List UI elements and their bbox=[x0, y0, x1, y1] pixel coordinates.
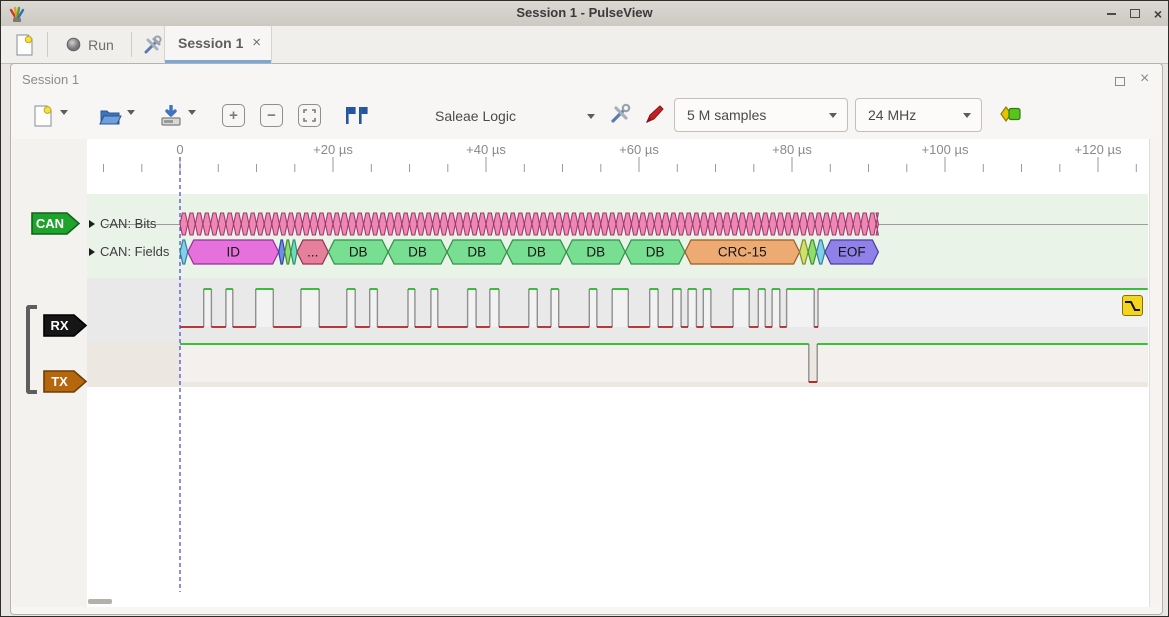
zoom-out-button[interactable]: − bbox=[260, 104, 283, 127]
settings-button[interactable] bbox=[139, 32, 165, 57]
sample-rate-value: 24 MHz bbox=[856, 107, 963, 123]
pulseview-window: Session 1 - PulseView × Run bbox=[0, 0, 1169, 617]
probe-icon bbox=[644, 103, 666, 125]
chevron-down-icon bbox=[829, 113, 837, 118]
svg-text:CAN: CAN bbox=[36, 216, 64, 231]
run-button[interactable]: Run bbox=[57, 31, 123, 58]
session-subwindow: Session 1 × bbox=[10, 63, 1163, 615]
device-select[interactable]: Saleae Logic bbox=[427, 99, 599, 133]
subwindow-title: Session 1 bbox=[22, 72, 79, 87]
svg-text:CRC-15: CRC-15 bbox=[718, 245, 767, 260]
chevron-down-icon bbox=[60, 110, 68, 115]
svg-text:DB: DB bbox=[646, 245, 665, 260]
ruler-label: +80 µs bbox=[772, 142, 812, 157]
wrench-screwdriver-icon bbox=[142, 35, 162, 55]
open-button[interactable] bbox=[96, 102, 124, 129]
expander-icon[interactable] bbox=[89, 220, 95, 228]
ruler-label: +120 µs bbox=[1075, 142, 1122, 157]
trace-view[interactable]: ID... DB DB DB DB DB DB CRC-15 EOF 0 +20 µs +40 µs… bbox=[12, 139, 1161, 607]
channel-tag-rx[interactable]: RX bbox=[43, 313, 88, 343]
chevron-down-icon bbox=[188, 110, 196, 115]
svg-text:ID: ID bbox=[226, 245, 240, 260]
chevron-down-icon bbox=[963, 113, 971, 118]
open-dropdown[interactable] bbox=[127, 110, 135, 115]
expander-icon[interactable] bbox=[89, 248, 95, 256]
svg-text:DB: DB bbox=[349, 245, 368, 260]
decoder-tag-can[interactable]: CAN bbox=[31, 211, 81, 241]
tab-close-icon[interactable]: × bbox=[252, 34, 261, 51]
document-new-icon bbox=[33, 104, 53, 127]
ruler-label: +40 µs bbox=[466, 142, 506, 157]
session-toolbar: + − bbox=[11, 94, 1162, 137]
trace-canvas[interactable]: ID... DB DB DB DB DB DB CRC-15 EOF bbox=[12, 139, 1161, 607]
svg-text:RX: RX bbox=[50, 318, 68, 333]
maximize-icon[interactable] bbox=[1130, 9, 1140, 18]
ruler-label: +100 µs bbox=[922, 142, 969, 157]
svg-text:EOF: EOF bbox=[838, 245, 866, 260]
main-toolbar: Run Session 1 × bbox=[1, 26, 1168, 64]
tx-waveform[interactable] bbox=[180, 344, 1148, 382]
probe-button[interactable] bbox=[642, 101, 668, 127]
titlebar: Session 1 - PulseView × bbox=[1, 1, 1168, 27]
chevron-down-icon bbox=[127, 110, 135, 115]
falling-edge-trigger-icon bbox=[1124, 299, 1141, 313]
decoder-icon bbox=[999, 105, 1023, 123]
sample-count-value: 5 M samples bbox=[675, 107, 829, 123]
close-icon[interactable]: × bbox=[1154, 7, 1162, 21]
subwindow-maximize-icon[interactable] bbox=[1115, 77, 1125, 86]
svg-text:DB: DB bbox=[527, 245, 546, 260]
toolbar-separator bbox=[131, 32, 132, 57]
trigger-flags-icon bbox=[342, 106, 368, 125]
sample-rate-select[interactable]: 24 MHz bbox=[855, 98, 982, 132]
folder-open-icon bbox=[98, 106, 122, 126]
trigger-marker[interactable] bbox=[1122, 295, 1143, 316]
toolbar-separator bbox=[47, 32, 48, 57]
zoom-out-icon: − bbox=[267, 107, 276, 124]
horizontal-scrollbar-handle[interactable] bbox=[88, 599, 112, 604]
run-label: Run bbox=[88, 37, 114, 53]
run-state-icon bbox=[66, 37, 81, 52]
minimize-icon[interactable] bbox=[1107, 13, 1116, 15]
tab-session-1[interactable]: Session 1 × bbox=[164, 26, 272, 62]
device-value: Saleae Logic bbox=[427, 108, 587, 124]
window-title: Session 1 - PulseView bbox=[1, 5, 1168, 20]
vertical-scrollbar-track[interactable] bbox=[1149, 139, 1161, 607]
decoder-row-label: CAN: Fields bbox=[100, 244, 169, 259]
decoder-row-bits[interactable]: CAN: Bits bbox=[89, 216, 156, 231]
sample-count-select[interactable]: 5 M samples bbox=[674, 98, 848, 132]
new-session-dropdown[interactable] bbox=[60, 110, 68, 115]
ruler-label: 0 bbox=[176, 142, 183, 157]
new-session-button[interactable] bbox=[30, 102, 56, 129]
zoom-fit-icon bbox=[303, 109, 316, 122]
svg-text:...: ... bbox=[307, 245, 318, 260]
tab-label: Session 1 bbox=[178, 35, 243, 51]
ruler-label: +60 µs bbox=[619, 142, 659, 157]
zoom-in-icon: + bbox=[229, 107, 238, 124]
wrench-screwdriver-icon bbox=[609, 103, 631, 125]
save-dropdown[interactable] bbox=[188, 110, 196, 115]
save-button[interactable] bbox=[157, 102, 185, 129]
chevron-down-icon bbox=[587, 114, 595, 119]
svg-text:DB: DB bbox=[467, 245, 486, 260]
decoder-row-fields[interactable]: CAN: Fields bbox=[89, 244, 169, 259]
add-decoder-button[interactable] bbox=[999, 105, 1023, 123]
channel-tag-tx[interactable]: TX bbox=[43, 369, 88, 399]
show-cursors-button[interactable] bbox=[341, 103, 369, 128]
svg-text:DB: DB bbox=[586, 245, 605, 260]
decoder-band bbox=[87, 194, 1148, 278]
subwindow-close-icon[interactable]: × bbox=[1140, 71, 1149, 87]
save-icon bbox=[159, 105, 183, 127]
configure-channels-button[interactable] bbox=[607, 101, 633, 127]
channel-group-bracket[interactable] bbox=[26, 305, 37, 394]
ruler-ticks bbox=[104, 157, 1137, 172]
svg-text:DB: DB bbox=[408, 245, 427, 260]
new-view-button[interactable] bbox=[10, 31, 38, 58]
ruler-label: +20 µs bbox=[313, 142, 353, 157]
can-bits-annotations[interactable] bbox=[180, 213, 878, 235]
zoom-fit-button[interactable] bbox=[298, 104, 321, 127]
svg-text:TX: TX bbox=[51, 374, 68, 389]
document-new-icon bbox=[15, 34, 34, 56]
decoder-row-label: CAN: Bits bbox=[100, 216, 156, 231]
zoom-in-button[interactable]: + bbox=[222, 104, 245, 127]
